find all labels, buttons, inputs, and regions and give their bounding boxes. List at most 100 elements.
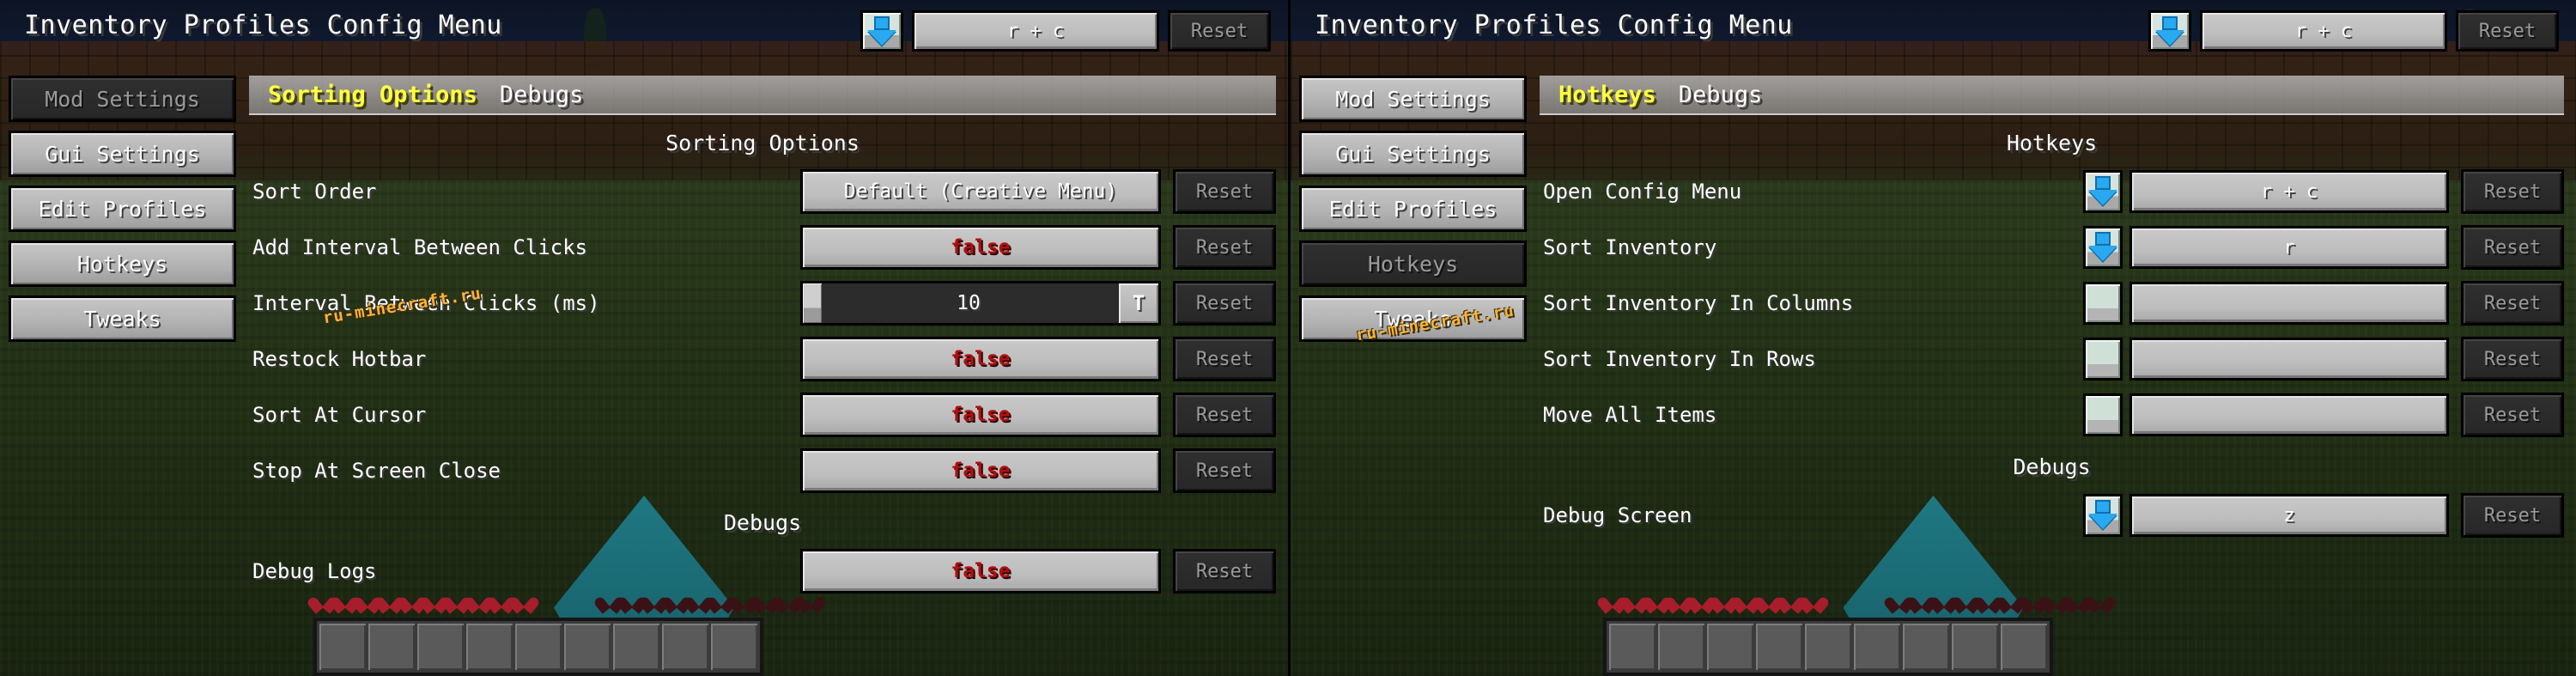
hotkey-control: z xyxy=(2083,494,2449,537)
hotkey-field[interactable] xyxy=(2129,282,2449,325)
row-reset-button[interactable]: Reset xyxy=(2461,225,2564,270)
hotkey-field[interactable]: r + c xyxy=(2129,170,2449,213)
hotbar-slot[interactable] xyxy=(2000,624,2047,670)
hotbar-slot[interactable] xyxy=(613,624,659,670)
keybind-arrow-down-icon-button[interactable] xyxy=(2083,226,2123,269)
slider-handle[interactable] xyxy=(803,283,822,323)
heart-full-icon xyxy=(1782,592,1801,609)
arrow-down-icon-stem xyxy=(2095,232,2111,246)
hotkey-control: r xyxy=(2083,226,2449,269)
hotbar-slot[interactable] xyxy=(417,624,464,670)
heart-empty-icon xyxy=(1957,592,1976,609)
keybind-empty-icon-button[interactable] xyxy=(2083,282,2123,325)
setting-label: Sort Inventory xyxy=(1543,235,1717,259)
hotbar-slot[interactable] xyxy=(1706,624,1753,670)
row-reset-button[interactable]: Reset xyxy=(1173,393,1276,437)
sidebar-item-gui-settings[interactable]: Gui Settings xyxy=(1299,131,1527,177)
settings-row: Debug Logs false Reset xyxy=(249,547,1276,595)
hotbar-slot[interactable] xyxy=(466,624,513,670)
number-slider-row[interactable]: 10 T xyxy=(800,281,1161,326)
heart-empty-icon xyxy=(1890,592,1909,609)
row-reset-button[interactable]: Reset xyxy=(2461,393,2564,437)
row-reset-button[interactable]: Reset xyxy=(1173,549,1276,594)
row-reset-button[interactable]: Reset xyxy=(1173,169,1276,214)
header-reset-button[interactable]: Reset xyxy=(2456,10,2559,52)
header-reset-button[interactable]: Reset xyxy=(1168,10,1271,52)
boolean-toggle-button[interactable]: false xyxy=(800,337,1161,381)
tab-sorting-options[interactable]: Sorting Options xyxy=(268,82,477,108)
boolean-toggle-button[interactable]: false xyxy=(800,549,1161,594)
hotkey-control xyxy=(2083,393,2449,436)
hotbar-slot[interactable] xyxy=(711,624,757,670)
sidebar-item-tweaks[interactable]: Tweaks xyxy=(1299,295,1527,342)
heart-empty-icon xyxy=(1979,592,1998,609)
header-keybind-widget: r + c Reset xyxy=(860,10,1271,52)
header-keybind-field[interactable]: r + c xyxy=(2200,10,2447,52)
tab-debugs[interactable]: Debugs xyxy=(500,82,584,108)
sidebar-item-edit-profiles[interactable]: Edit Profiles xyxy=(9,186,236,232)
hotbar-slot[interactable] xyxy=(1902,624,1949,670)
hotkey-field[interactable]: z xyxy=(2129,494,2449,537)
hotbar-slot[interactable] xyxy=(662,624,708,670)
hotkey-field[interactable]: r xyxy=(2129,226,2449,269)
boolean-toggle-button[interactable]: false xyxy=(800,225,1161,270)
hotkey-field[interactable] xyxy=(2129,393,2449,436)
row-reset-button[interactable]: Reset xyxy=(2461,281,2564,326)
hotbar-slot[interactable] xyxy=(1608,624,1656,670)
config-panel-right: Inventory Profiles Config Menu r + c Reset… xyxy=(1288,0,2576,676)
hotbar-slot[interactable] xyxy=(1853,624,1900,670)
row-reset-button[interactable]: Reset xyxy=(2461,493,2564,538)
hotbar-slot[interactable] xyxy=(1755,624,1802,670)
choice-button[interactable]: Default (Creative Menu) xyxy=(800,169,1161,214)
row-reset-button[interactable]: Reset xyxy=(2461,337,2564,381)
sidebar-item-edit-profiles[interactable]: Edit Profiles xyxy=(1299,186,1527,232)
setting-label: Stop At Screen Close xyxy=(252,459,501,483)
arrow-down-icon-head xyxy=(2088,514,2117,529)
settings-rows: Debug Logs false Reset xyxy=(249,547,1276,595)
text-input-toggle-button[interactable]: T xyxy=(1119,283,1158,323)
heart-full-icon xyxy=(1692,592,1711,609)
row-reset-button[interactable]: Reset xyxy=(1173,281,1276,326)
heart-full-icon xyxy=(1648,592,1667,609)
row-reset-button[interactable]: Reset xyxy=(2461,169,2564,214)
boolean-toggle-button[interactable]: false xyxy=(800,448,1161,493)
settings-row: Debug Screen z Reset xyxy=(1540,491,2564,539)
sidebar-item-gui-settings[interactable]: Gui Settings xyxy=(9,131,236,177)
sidebar-item-tweaks[interactable]: Tweaks xyxy=(9,295,236,342)
sidebar-item-hotkeys[interactable]: Hotkeys xyxy=(9,241,236,287)
keybind-empty-icon-button[interactable] xyxy=(2083,393,2123,436)
hotbar-slot[interactable] xyxy=(515,624,562,670)
keybind-arrow-down-icon-button[interactable] xyxy=(2083,494,2123,537)
header-keybind-field[interactable]: r + c xyxy=(912,10,1159,52)
setting-label: Move All Items xyxy=(1543,403,1717,427)
hotbar-slot[interactable] xyxy=(319,624,366,670)
row-reset-button[interactable]: Reset xyxy=(1173,448,1276,493)
tab-hotkeys[interactable]: Hotkeys xyxy=(1558,82,1656,108)
settings-rows: Open Config Menu r + c Reset Sort Inventory… xyxy=(1540,167,2564,439)
sidebar-item-mod-settings[interactable]: Mod Settings xyxy=(1299,76,1527,122)
setting-label: Interval Between Clicks (ms) xyxy=(252,291,600,315)
row-reset-button[interactable]: Reset xyxy=(1173,225,1276,270)
hotbar-slot[interactable] xyxy=(1657,624,1704,670)
sidebar: Mod Settings Gui Settings Edit Profiles Hot… xyxy=(9,76,236,342)
health-bar xyxy=(313,592,975,609)
heart-empty-icon xyxy=(1912,592,1931,609)
hotkey-field[interactable] xyxy=(2129,338,2449,381)
row-reset-button[interactable]: Reset xyxy=(1173,337,1276,381)
hotbar-slot[interactable] xyxy=(368,624,415,670)
hotbar-slot[interactable] xyxy=(564,624,611,670)
keybind-arrow-down-icon-button[interactable] xyxy=(2148,10,2191,52)
hotkey-control xyxy=(2083,338,2449,381)
number-value-field[interactable]: 10 xyxy=(822,283,1115,323)
keybind-empty-icon-button[interactable] xyxy=(2083,338,2123,381)
heart-full-icon xyxy=(1670,592,1689,609)
keybind-arrow-down-icon-button[interactable] xyxy=(2083,170,2123,213)
keybind-arrow-down-icon-button[interactable] xyxy=(860,10,903,52)
tab-debugs[interactable]: Debugs xyxy=(1679,82,1763,108)
sidebar-item-mod-settings: Mod Settings xyxy=(9,76,236,122)
boolean-toggle-button[interactable]: false xyxy=(800,393,1161,437)
hotbar-slot[interactable] xyxy=(1804,624,1851,670)
hotbar-slot[interactable] xyxy=(1951,624,1998,670)
settings-rows: Debug Screen z Reset xyxy=(1540,491,2564,539)
setting-label: Sort Order xyxy=(252,180,377,204)
